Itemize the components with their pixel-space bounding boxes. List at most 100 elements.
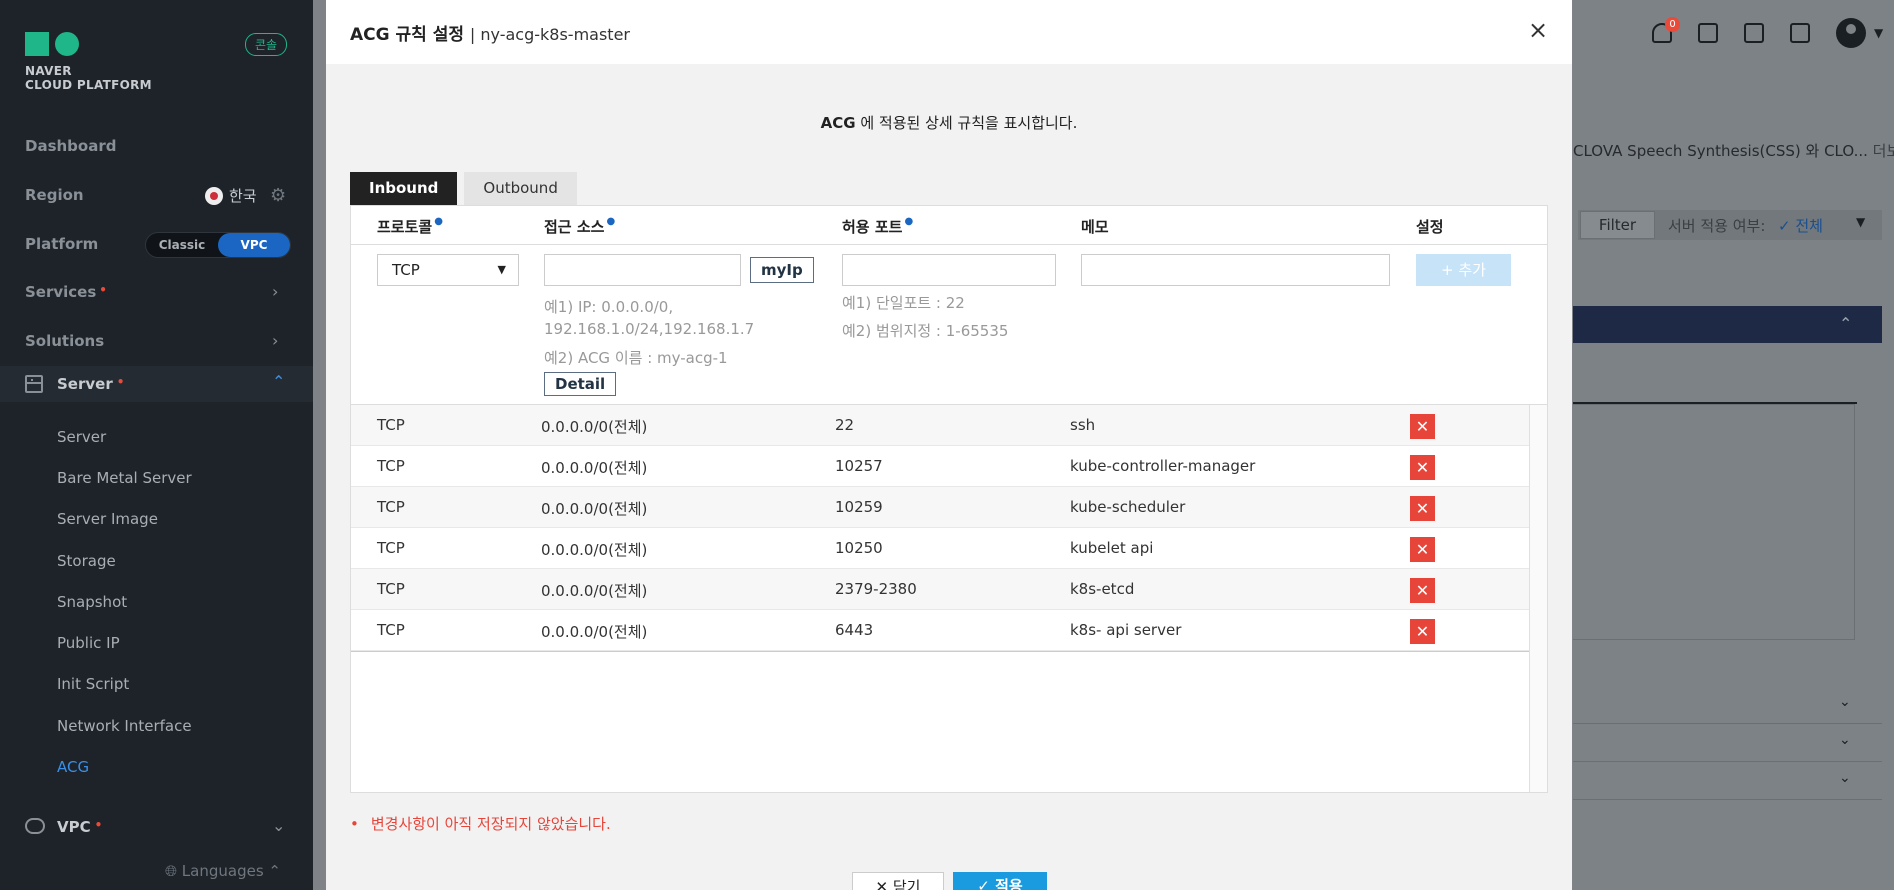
console-badge[interactable]: 콘솔 [245, 33, 288, 56]
rule-protocol: TCP [377, 539, 405, 557]
rule-memo: kubelet api [1070, 539, 1154, 557]
nav-server-group[interactable]: Server • ⌃ [0, 366, 313, 402]
background-accordion[interactable]: ⌄ [1573, 686, 1882, 724]
header-protocol: 프로토콜 ● [377, 216, 443, 237]
languages-selector[interactable]: 🌐︎ Languages ⌃ [165, 862, 281, 880]
header-divider [351, 244, 1547, 245]
unsaved-warning: 변경사항이 아직 저장되지 않았습니다. [350, 813, 611, 834]
rule-memo: k8s- api server [1070, 621, 1182, 639]
rule-source: 0.0.0.0/0(전체) [541, 582, 648, 600]
memo-input[interactable] [1081, 254, 1390, 286]
port-hint-1: 예1) 단일포트 : 22 [842, 294, 965, 312]
checklist-icon[interactable] [1744, 23, 1764, 43]
platform-toggle[interactable]: Classic VPC [145, 232, 291, 258]
background-accordion[interactable]: ⌄ [1573, 762, 1882, 800]
nav-dashboard[interactable]: Dashboard [25, 137, 116, 155]
sidebar-item-storage[interactable]: Storage [57, 552, 116, 570]
nav-solutions[interactable]: Solutions [25, 332, 104, 350]
detail-button[interactable]: Detail [544, 372, 617, 396]
platform-option-classic[interactable]: Classic [146, 233, 218, 257]
header-port: 허용 포트 ● [842, 216, 913, 237]
rows-divider [351, 651, 1529, 652]
chat-icon[interactable] [1698, 23, 1718, 43]
nav-vpc[interactable]: VPC • ⌄ [25, 816, 290, 838]
caret-down-icon[interactable]: ▼ [1856, 215, 1865, 229]
port-input[interactable] [842, 254, 1056, 286]
document-info-icon[interactable] [1790, 23, 1810, 43]
rule-memo: kube-controller-manager [1070, 457, 1256, 475]
delete-rule-icon[interactable]: ✕ [1410, 619, 1435, 644]
rule-port: 2379-2380 [835, 580, 917, 598]
more-link[interactable]: 더보기 [1873, 142, 1894, 160]
avatar[interactable] [1836, 18, 1866, 48]
source-input[interactable] [544, 254, 741, 286]
region-selector[interactable]: 한국 [205, 185, 257, 206]
filter-value[interactable]: ✓ 전체 [1778, 215, 1823, 236]
rule-rows: TCP 0.0.0.0/0(전체) 22 ssh ✕ TCP 0.0.0.0/0(전체) 10… [351, 405, 1529, 651]
description-acg: ACG [820, 114, 856, 132]
sidebar-item-acg[interactable]: ACG [57, 758, 89, 776]
languages-label: Languages [181, 862, 264, 880]
background-panel-header[interactable]: ⌃ [1573, 306, 1882, 343]
close-button[interactable]: ✕ 닫기 [852, 872, 944, 890]
chevron-down-icon: ⌄ [1839, 694, 1851, 710]
sidebar-item-network-interface[interactable]: Network Interface [57, 717, 192, 735]
modal-header: ACG 규칙 설정 | ny-acg-k8s-master × [326, 0, 1572, 64]
chevron-right-icon: › [272, 282, 279, 301]
caret-down-icon: ▼ [497, 263, 506, 276]
delete-rule-icon[interactable]: ✕ [1410, 537, 1435, 562]
header-source-text: 접근 소스 [544, 218, 605, 236]
delete-rule-icon[interactable]: ✕ [1410, 496, 1435, 521]
chevron-down-icon: ⌄ [1839, 732, 1851, 748]
acg-rule-modal: ACG 규칙 설정 | ny-acg-k8s-master × ACG 에 적용… [326, 0, 1572, 890]
filter-button[interactable]: Filter [1580, 211, 1655, 239]
protocol-select[interactable]: TCP ▼ [377, 254, 519, 286]
apply-button[interactable]: ✓ 적용 [953, 872, 1047, 890]
delete-rule-icon[interactable]: ✕ [1410, 455, 1435, 480]
myip-button[interactable]: myIp [750, 257, 814, 283]
rule-source: 0.0.0.0/0(전체) [541, 500, 648, 518]
rule-source: 0.0.0.0/0(전체) [541, 541, 648, 559]
notice-text: CLOVA Speech Synthesis(CSS) 와 CLO... [1573, 142, 1868, 160]
modal-title: ACG 규칙 설정 | ny-acg-k8s-master [350, 20, 630, 45]
required-dot-icon: ● [434, 216, 443, 227]
rule-protocol: TCP [377, 498, 405, 516]
caret-down-icon[interactable]: ▼ [1874, 26, 1883, 40]
rule-source: 0.0.0.0/0(전체) [541, 418, 648, 436]
rule-protocol: TCP [377, 416, 405, 434]
table-row: TCP 0.0.0.0/0(전체) 2379-2380 k8s-etcd ✕ [351, 569, 1529, 610]
nav-services[interactable]: Services • [25, 283, 107, 301]
close-icon[interactable]: × [1528, 18, 1548, 42]
sidebar-item-init-script[interactable]: Init Script [57, 675, 129, 693]
tab-inbound[interactable]: Inbound [350, 172, 458, 205]
table-row: TCP 0.0.0.0/0(전체) 10250 kubelet api ✕ [351, 528, 1529, 569]
sidebar-item-bare-metal-server[interactable]: Bare Metal Server [57, 469, 192, 487]
sidebar-item-public-ip[interactable]: Public IP [57, 634, 120, 652]
description-text: 에 적용된 상세 규칙을 표시합니다. [855, 114, 1078, 132]
new-dot-icon: • [99, 283, 107, 297]
required-dot-icon: ● [606, 216, 616, 227]
table-row: TCP 0.0.0.0/0(전체) 22 ssh ✕ [351, 405, 1529, 446]
rules-scrollbar[interactable] [1529, 405, 1547, 792]
tab-outbound[interactable]: Outbound [464, 172, 577, 205]
logo-circle-icon [55, 32, 79, 56]
platform-option-vpc[interactable]: VPC [218, 233, 290, 257]
delete-rule-icon[interactable]: ✕ [1410, 414, 1435, 439]
filter-bar: Filter 서버 적용 여부: ✓ 전체 ▼ [1578, 210, 1882, 240]
rule-source: 0.0.0.0/0(전체) [541, 459, 648, 477]
rule-memo: ssh [1070, 416, 1096, 434]
region-settings-gear-icon[interactable]: ⚙ [270, 185, 286, 206]
sidebar-item-snapshot[interactable]: Snapshot [57, 593, 127, 611]
delete-rule-icon[interactable]: ✕ [1410, 578, 1435, 603]
rule-port: 10259 [835, 498, 883, 516]
background-accordion[interactable]: ⌄ [1573, 724, 1882, 762]
add-rule-button[interactable]: + 추가 [1416, 254, 1511, 286]
rule-table: 프로토콜 ● 접근 소스 ● 허용 포트 ● 메모 설정 TCP ▼ myIp 예1)… [350, 205, 1548, 793]
header-port-text: 허용 포트 [842, 218, 903, 236]
notice-banner[interactable]: CLOVA Speech Synthesis(CSS) 와 CLO... 더보기 [1573, 140, 1894, 161]
bell-icon[interactable]: 0 [1652, 17, 1680, 43]
sidebar-item-server[interactable]: Server [57, 428, 106, 446]
rule-memo: k8s-etcd [1070, 580, 1135, 598]
sidebar-item-server-image[interactable]: Server Image [57, 510, 158, 528]
nav-services-label: Services [25, 283, 97, 301]
